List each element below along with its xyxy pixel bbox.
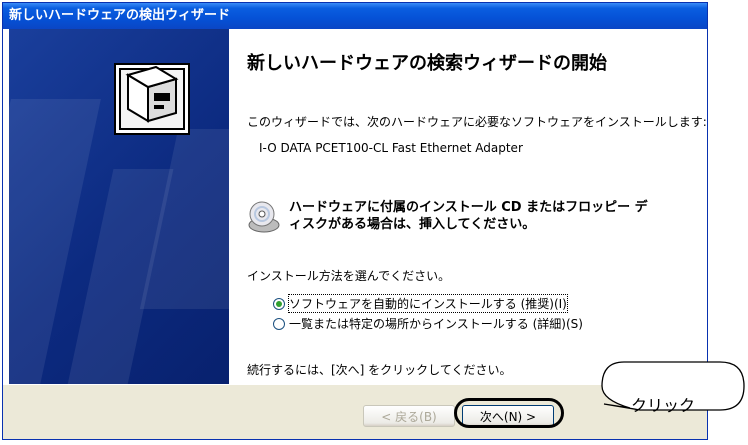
page-title: 新しいハードウェアの検索ウィザードの開始	[247, 53, 607, 74]
title-bar: 新しいハードウェアの検出ウィザード	[3, 3, 707, 29]
option-manual-install[interactable]: 一覧または特定の場所からインストールする (詳細)(S)	[273, 315, 583, 332]
option-auto-install[interactable]: ソフトウェアを自動的にインストールする (推奨)(I)	[273, 294, 568, 313]
wizard-content: 新しいハードウェアの検索ウィザードの開始 このウィザードでは、次のハードウェアに…	[229, 29, 707, 384]
option-auto-install-label: ソフトウェアを自動的にインストールする (推奨)(I)	[288, 294, 568, 313]
next-button-highlight	[454, 398, 564, 428]
wizard-sidebar	[9, 29, 229, 384]
radio-button-selected[interactable]	[273, 297, 285, 310]
device-name: I-O DATA PCET100-CL Fast Ethernet Adapte…	[259, 141, 523, 155]
radio-button[interactable]	[273, 317, 285, 330]
intro-text: このウィザードでは、次のハードウェアに必要なソフトウェアをインストールします:	[247, 115, 707, 129]
continue-text: 続行するには、[次へ] をクリックしてください。	[247, 363, 512, 377]
back-button[interactable]: < 戻る(B)	[363, 405, 455, 427]
click-callout-bubble	[601, 361, 745, 411]
choose-method-text: インストール方法を選んでください。	[247, 269, 451, 283]
cd-prompt: ハードウェアに付属のインストール CD またはフロッピー ディスクがある場合は、…	[289, 200, 648, 232]
click-callout-text: クリック	[631, 396, 696, 415]
option-manual-install-label: 一覧または特定の場所からインストールする (詳細)(S)	[289, 317, 583, 331]
hardware-card-icon	[114, 63, 190, 135]
cd-disc-icon	[248, 201, 280, 233]
window-title: 新しいハードウェアの検出ウィザード	[9, 8, 231, 23]
